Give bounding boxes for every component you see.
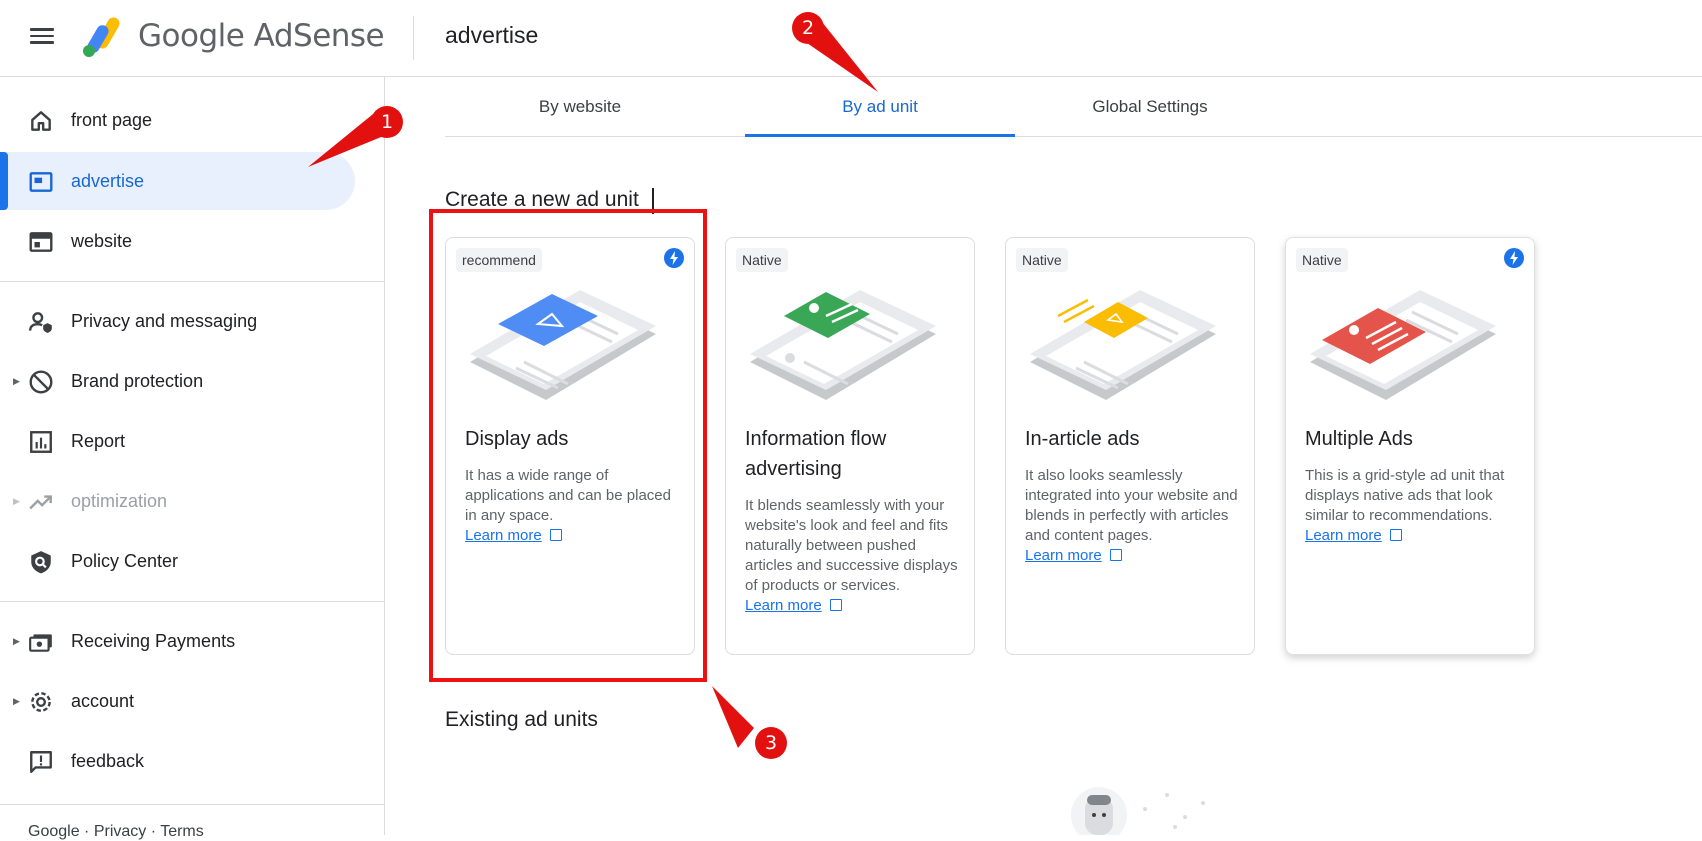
card-description-text: It blends seamlessly with your website's… (745, 497, 958, 594)
empty-state-illustration-icon (1071, 787, 1205, 835)
card-description: It blends seamlessly with your website's… (745, 496, 960, 616)
external-link-icon (1109, 549, 1122, 561)
card-title: Multiple Ads (1305, 428, 1413, 450)
annotation-marker-2: 2 (792, 12, 824, 44)
ad-unit-card-in-article[interactable]: Native In-article ads It also looks seam… (1005, 237, 1255, 655)
sidebar-item-receiving-payments[interactable]: ▶ Receiving Payments (0, 612, 355, 670)
sidebar-item-optimization[interactable]: ▶ optimization (0, 472, 355, 530)
card-description: This is a grid-style ad unit that displa… (1305, 466, 1520, 546)
phone-illustration-icon (1030, 290, 1216, 400)
sidebar-item-label: account (71, 690, 135, 711)
tab-bar: By website By ad unit Global Settings (445, 77, 1702, 137)
expand-caret-icon: ▶ (13, 495, 20, 506)
sidebar-item-label: feedback (71, 750, 145, 771)
expand-caret-icon: ▶ (13, 375, 20, 386)
highlight-box (429, 209, 707, 682)
ad-unit-card-multiple[interactable]: Native Multiple Ads This is a grid-style… (1285, 237, 1535, 655)
sidebar-item-privacy[interactable]: Privacy and messaging (0, 292, 355, 350)
ad-unit-card-information-flow[interactable]: Native Information flow advertising It b… (725, 237, 975, 655)
sidebar-item-label: website (71, 230, 133, 251)
sidebar-item-label: Privacy and messaging (71, 310, 258, 331)
sidebar-item-account[interactable]: ▶ account (0, 672, 355, 730)
home-icon (31, 111, 51, 131)
card-tag: Native (736, 248, 788, 272)
annotation-marker-3: 3 (755, 727, 787, 759)
card-tag: Native (1016, 248, 1068, 272)
block-icon (29, 370, 53, 394)
expand-caret-icon: ▶ (13, 635, 20, 646)
sidebar-item-label: Receiving Payments (71, 630, 236, 651)
trending-icon (29, 495, 52, 510)
tab-global-settings[interactable]: Global Settings (1015, 77, 1285, 136)
external-link-icon (829, 599, 842, 611)
sidebar-item-advertise[interactable]: advertise (0, 152, 355, 210)
header-divider (413, 16, 414, 60)
sidebar-item-front-page[interactable]: front page (0, 91, 355, 149)
sidebar-item-label: optimization (71, 490, 168, 511)
sidebar-item-brand-protection[interactable]: ▶ Brand protection (0, 352, 355, 410)
phone-illustration-icon (1310, 290, 1496, 400)
card-title: Information flow advertising (745, 428, 887, 480)
brand-name[interactable]: Google AdSense (138, 18, 385, 54)
sidebar-item-policy-center[interactable]: Policy Center (0, 532, 355, 590)
adsense-logo-icon (83, 17, 120, 57)
annotation-arrow-3 (712, 686, 754, 748)
card-title: In-article ads (1025, 428, 1140, 450)
learn-more-link[interactable]: Learn more (1305, 527, 1382, 544)
learn-more-link[interactable]: Learn more (1025, 547, 1102, 564)
gear-icon (31, 692, 51, 712)
sidebar-item-label: Report (71, 430, 126, 451)
menu-icon[interactable] (28, 24, 56, 52)
policy-icon (31, 551, 51, 574)
report-icon (30, 431, 52, 453)
sidebar-divider (0, 601, 384, 602)
sidebar-item-website[interactable]: website (0, 212, 355, 270)
payments-icon (29, 634, 52, 652)
top-app-bar: Google AdSense advertise (0, 0, 1702, 77)
ads-icon (29, 172, 53, 192)
existing-ad-units-heading: Existing ad units (445, 708, 598, 731)
sidebar-item-label: front page (71, 109, 153, 130)
card-description-text: It also looks seamlessly integrated into… (1025, 467, 1238, 544)
sidebar-item-label: Brand protection (71, 370, 204, 391)
bolt-icon (1504, 248, 1524, 268)
sidebar-item-label: advertise (71, 170, 145, 191)
tab-by-website[interactable]: By website (445, 77, 715, 136)
learn-more-link[interactable]: Learn more (745, 597, 822, 614)
expand-caret-icon: ▶ (13, 695, 20, 706)
sidebar-divider (0, 804, 384, 805)
sidebar-item-report[interactable]: Report (0, 412, 355, 470)
web-icon (29, 232, 53, 252)
tab-by-ad-unit[interactable]: By ad unit (745, 77, 1015, 137)
external-link-icon (1389, 529, 1402, 541)
phone-illustration-icon (750, 290, 936, 400)
sidebar-divider (0, 281, 384, 282)
annotation-marker-1: 1 (371, 106, 403, 138)
sidebar-nav: front page advertise website Privacy and… (0, 77, 385, 840)
feedback-icon (30, 751, 52, 773)
privacy-icon (28, 312, 52, 333)
card-description-text: This is a grid-style ad unit that displa… (1305, 467, 1505, 524)
sidebar-item-label: Policy Center (71, 550, 179, 571)
sidebar-item-feedback[interactable]: feedback (0, 732, 355, 790)
sidebar-footer-links[interactable]: Google · Privacy · Terms (28, 823, 204, 841)
page-title: advertise (445, 22, 539, 48)
card-tag: Native (1296, 248, 1348, 272)
card-description: It also looks seamlessly integrated into… (1025, 466, 1240, 566)
